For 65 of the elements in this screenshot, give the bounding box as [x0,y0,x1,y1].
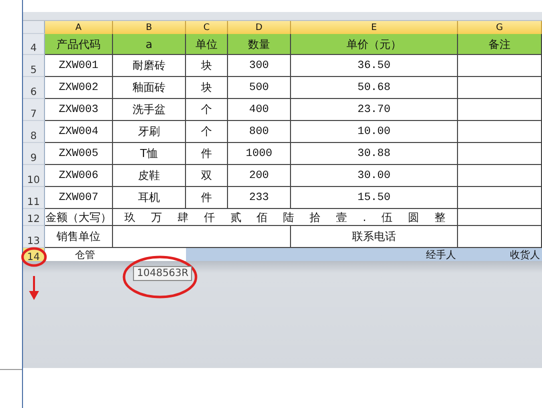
table-cell: 皮鞋 [113,165,186,187]
table-cell: ZXW007 [45,187,113,209]
row-header[interactable]: 12 [23,209,45,226]
down-arrow-icon [29,276,39,300]
table-cell: ZXW004 [45,121,113,143]
row-header[interactable]: 10 [23,165,45,187]
table-cell: 个 [186,121,228,143]
row-header[interactable]: 6 [23,77,45,99]
row-header[interactable]: 4 [23,34,45,55]
table-cell: 玖 万 肆 仟 贰 佰 陆 拾 壹 . 伍 圆 整 [113,209,458,226]
table-header-cell: 产品代码 [45,34,113,55]
column-header[interactable]: B [113,21,186,34]
circle-annotation [21,247,47,267]
table-cell: 50.68 [291,77,458,99]
table-cell: ZXW002 [45,77,113,99]
table-cell: 釉面砖 [113,77,186,99]
table-header-cell: 单位 [186,34,228,55]
table-cell: 个 [186,99,228,121]
select-all-corner[interactable] [23,21,45,34]
table-cell: 件 [186,187,228,209]
table-cell: 10.00 [291,121,458,143]
row-header[interactable]: 9 [23,143,45,165]
table-cell: 800 [228,121,291,143]
table-cell: 233 [228,187,291,209]
row-header[interactable]: 11 [23,187,45,209]
column-header[interactable]: G [458,21,542,34]
table-cell: 200 [228,165,291,187]
table-cell: 1000 [228,143,291,165]
table-cell: 块 [186,55,228,77]
table-cell: 23.70 [291,99,458,121]
table-cell: 36.50 [291,55,458,77]
table-cell: 件 [186,143,228,165]
column-header[interactable]: E [291,21,458,34]
table-header-cell: 备注 [458,34,542,55]
row-header[interactable]: 5 [23,55,45,77]
row-header[interactable]: 8 [23,121,45,143]
table-cell: 耐磨砖 [113,55,186,77]
table-cell: 双 [186,165,228,187]
row-header[interactable]: 7 [23,99,45,121]
table-header-cell: 单价（元） [291,34,458,55]
table-cell: 联系电话 [291,226,458,248]
table-cell: ZXW003 [45,99,113,121]
row-count-tooltip: 1048563R [133,266,192,281]
table-cell: 金额（大写） [45,209,113,226]
table-cell: 500 [228,77,291,99]
table-cell: ZXW001 [45,55,113,77]
table-cell: 销售单位 [45,226,113,248]
table-cell: 400 [228,99,291,121]
column-header[interactable]: A [45,21,113,34]
table-cell: 30.00 [291,165,458,187]
table-cell: 30.88 [291,143,458,165]
table-header-cell: 数量 [228,34,291,55]
table-cell: ZXW005 [45,143,113,165]
table-cell: 牙刷 [113,121,186,143]
column-header[interactable]: C [186,21,228,34]
row-header[interactable]: 13 [23,226,45,248]
table-cell: 15.50 [291,187,458,209]
table-cell: T恤 [113,143,186,165]
table-cell: 块 [186,77,228,99]
column-header[interactable]: D [228,21,291,34]
table-cell: 洗手盆 [113,99,186,121]
table-cell: 耳机 [113,187,186,209]
table-header-cell: a [113,34,186,55]
table-cell: ZXW006 [45,165,113,187]
table-cell: 300 [228,55,291,77]
